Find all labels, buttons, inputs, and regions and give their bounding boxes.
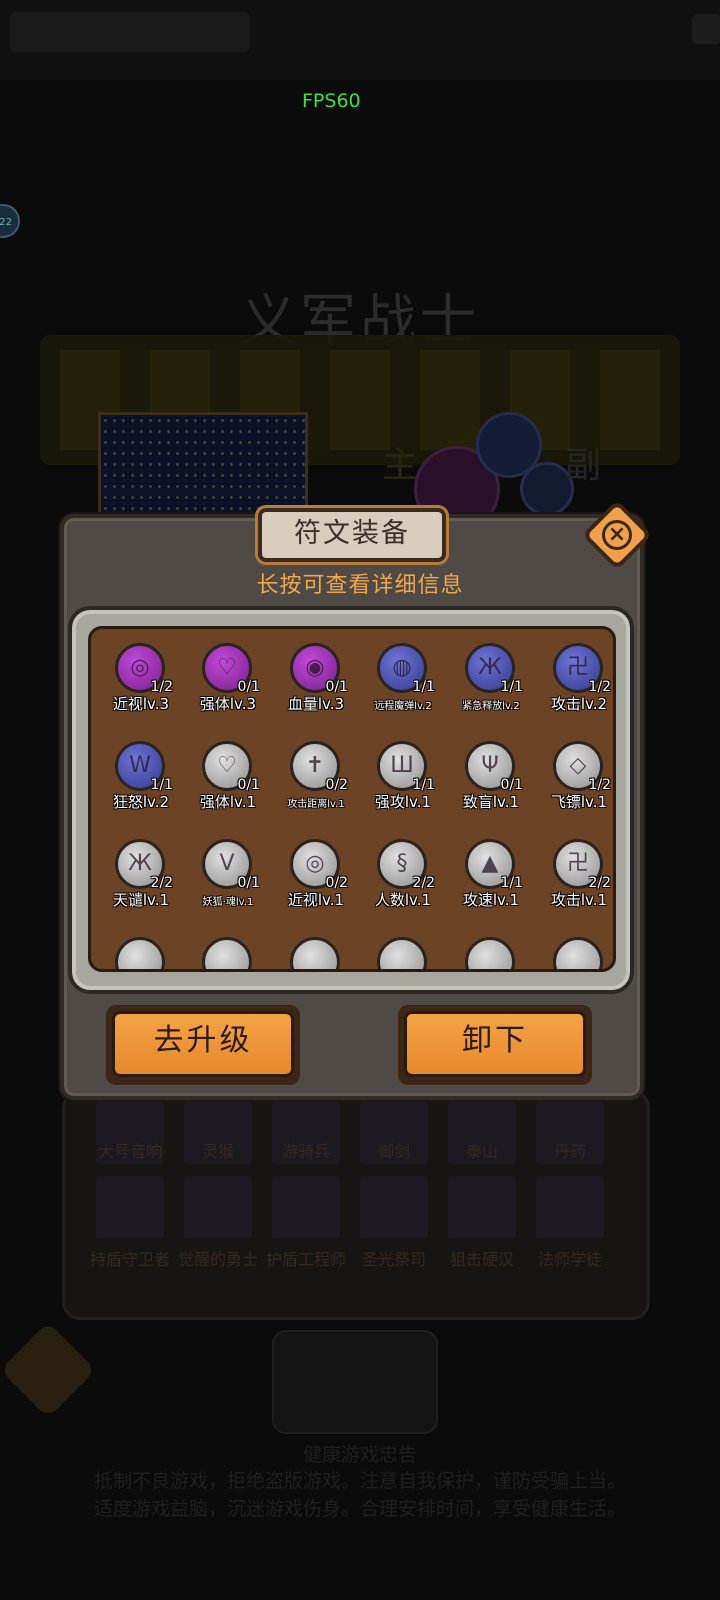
- rune-item[interactable]: ♡ 0/1 强体lv.1: [188, 741, 268, 821]
- dialog-title: 符文装备: [258, 508, 446, 562]
- rune-item[interactable]: [101, 937, 181, 969]
- rune-item[interactable]: W 1/1 狂怒lv.2: [101, 741, 181, 821]
- rune-count: 0/1: [237, 875, 260, 891]
- rune-name: 攻击lv.1: [550, 891, 608, 909]
- close-icon: ×: [602, 520, 632, 550]
- unequip-button-label: 卸下: [404, 1011, 586, 1077]
- health-notice-line: 适度游戏益脑，沉迷游戏伤身。合理安排时间，享受健康生活。: [93, 1498, 626, 1520]
- rune-item[interactable]: Ψ 0/1 致盲lv.1: [451, 741, 531, 821]
- rune-item[interactable]: ◍ 1/1 远程魔弹lv.2: [363, 643, 443, 723]
- hero-card-label: 游骑兵: [281, 1142, 330, 1161]
- hero-card-label: 丹药: [553, 1142, 586, 1161]
- rune-name: 人数lv.1: [374, 891, 432, 909]
- rune-glyph-icon: [115, 937, 165, 969]
- rune-glyph-icon: [377, 937, 427, 969]
- rune-name: 狂怒lv.2: [112, 793, 170, 811]
- rune-item[interactable]: § 2/2 人数lv.1: [363, 839, 443, 919]
- rune-count: 1/1: [500, 679, 523, 695]
- rune-name: 强体lv.3: [199, 695, 257, 713]
- back-button: [0, 1321, 97, 1419]
- rune-item[interactable]: [188, 937, 268, 969]
- rune-item[interactable]: ◎ 0/2 近视lv.1: [276, 839, 356, 919]
- rune-item[interactable]: ◎ 1/2 近视lv.3: [101, 643, 181, 723]
- hero-card-label: 持盾守卫者: [89, 1250, 170, 1269]
- rune-item[interactable]: ◉ 0/1 血量lv.3: [276, 643, 356, 723]
- rune-item[interactable]: Ж 1/1 紧急释放lv.2: [451, 643, 531, 723]
- hero-card-label: 御剑: [377, 1142, 410, 1161]
- rune-count: 1/1: [412, 679, 435, 695]
- rune-name: 攻击lv.2: [550, 695, 608, 713]
- hero-card: [536, 1176, 604, 1238]
- rune-name: 攻击距离lv.1: [287, 799, 345, 810]
- rune-item[interactable]: ♡ 0/1 强体lv.3: [188, 643, 268, 723]
- hero-card: [448, 1176, 516, 1238]
- upgrade-button-label: 去升级: [112, 1011, 294, 1077]
- rune-name: 血量lv.3: [287, 695, 345, 713]
- hero-card-label: 大号音响: [97, 1142, 162, 1161]
- rune-name: 近视lv.1: [287, 891, 345, 909]
- hero-card-label: 泰山: [465, 1142, 498, 1161]
- fps-counter: FPS60: [302, 90, 361, 112]
- rune-item[interactable]: V 0/1 妖狐·魂lv.1: [188, 839, 268, 919]
- hero-card: [96, 1176, 164, 1238]
- rune-glyph-icon: [465, 937, 515, 969]
- rune-name: 致盲lv.1: [462, 793, 520, 811]
- rune-item[interactable]: ◇ 1/2 飞镖lv.1: [539, 741, 613, 821]
- rune-name: 飞镖lv.1: [550, 793, 608, 811]
- rune-name: 妖狐·魂lv.1: [202, 897, 254, 908]
- rune-name: 远程魔弹lv.2: [374, 701, 432, 712]
- rune-name: 天谴lv.1: [112, 891, 170, 909]
- rune-glyph-icon: [553, 937, 603, 969]
- rune-item[interactable]: 卍 1/2 攻击lv.2: [539, 643, 613, 723]
- hero-card-label: 圣光祭司: [361, 1250, 426, 1269]
- rune-item[interactable]: [451, 937, 531, 969]
- hero-card-label: 法师学徒: [537, 1250, 602, 1269]
- rune-name: 近视lv.3: [112, 695, 170, 713]
- menu-icon: [692, 14, 720, 44]
- rune-item[interactable]: 卍 2/2 攻击lv.1: [539, 839, 613, 919]
- dialog-hint: 长按可查看详细信息: [256, 573, 464, 598]
- rune-glyph-icon: [202, 937, 252, 969]
- level-badge: 22: [0, 204, 20, 238]
- rune-grid[interactable]: ◎ 1/2 近视lv.3 ♡ 0/1 强体lv.3 ◉ 0/1 血量lv.3 ◍ 1/1 远程魔弹lv…: [88, 626, 616, 972]
- rune-name: 紧急释放lv.2: [462, 701, 520, 712]
- hero-card: [360, 1176, 428, 1238]
- hero-card: [272, 1176, 340, 1238]
- rune-item[interactable]: ✝ 0/2 攻击距离lv.1: [276, 741, 356, 821]
- rune-glyph-icon: [290, 937, 340, 969]
- rune-item[interactable]: [276, 937, 356, 969]
- main-label: 主: [382, 445, 419, 486]
- rune-item[interactable]: ▲ 1/1 攻速lv.1: [451, 839, 531, 919]
- health-notice-title: 健康游戏忠告: [302, 1444, 417, 1466]
- health-notice-line: 抵制不良游戏，拒绝盗版游戏。注意自我保护，谨防受骗上当。: [93, 1470, 626, 1492]
- unequip-button[interactable]: 卸下: [398, 1005, 592, 1085]
- hero-card-label: 觉醒的勇士: [177, 1250, 258, 1269]
- hero-card-label: 护盾工程师: [265, 1250, 346, 1269]
- rune-item[interactable]: Ж 2/2 天谴lv.1: [101, 839, 181, 919]
- game-logo: [10, 12, 250, 52]
- rune-item[interactable]: [363, 937, 443, 969]
- rune-item[interactable]: Ш 1/1 强攻lv.1: [363, 741, 443, 821]
- confirm-button-bg: [272, 1330, 438, 1434]
- rune-count: 0/2: [325, 777, 348, 793]
- upgrade-button[interactable]: 去升级: [106, 1005, 300, 1085]
- hero-card-label: 灵猴: [201, 1142, 234, 1161]
- rune-item[interactable]: [539, 937, 613, 969]
- rune-name: 攻速lv.1: [462, 891, 520, 909]
- vice-label: 副: [565, 445, 602, 486]
- rune-name: 强体lv.1: [199, 793, 257, 811]
- rune-name: 强攻lv.1: [374, 793, 432, 811]
- hero-card: [184, 1176, 252, 1238]
- hero-card-label: 狙击硬汉: [449, 1250, 514, 1269]
